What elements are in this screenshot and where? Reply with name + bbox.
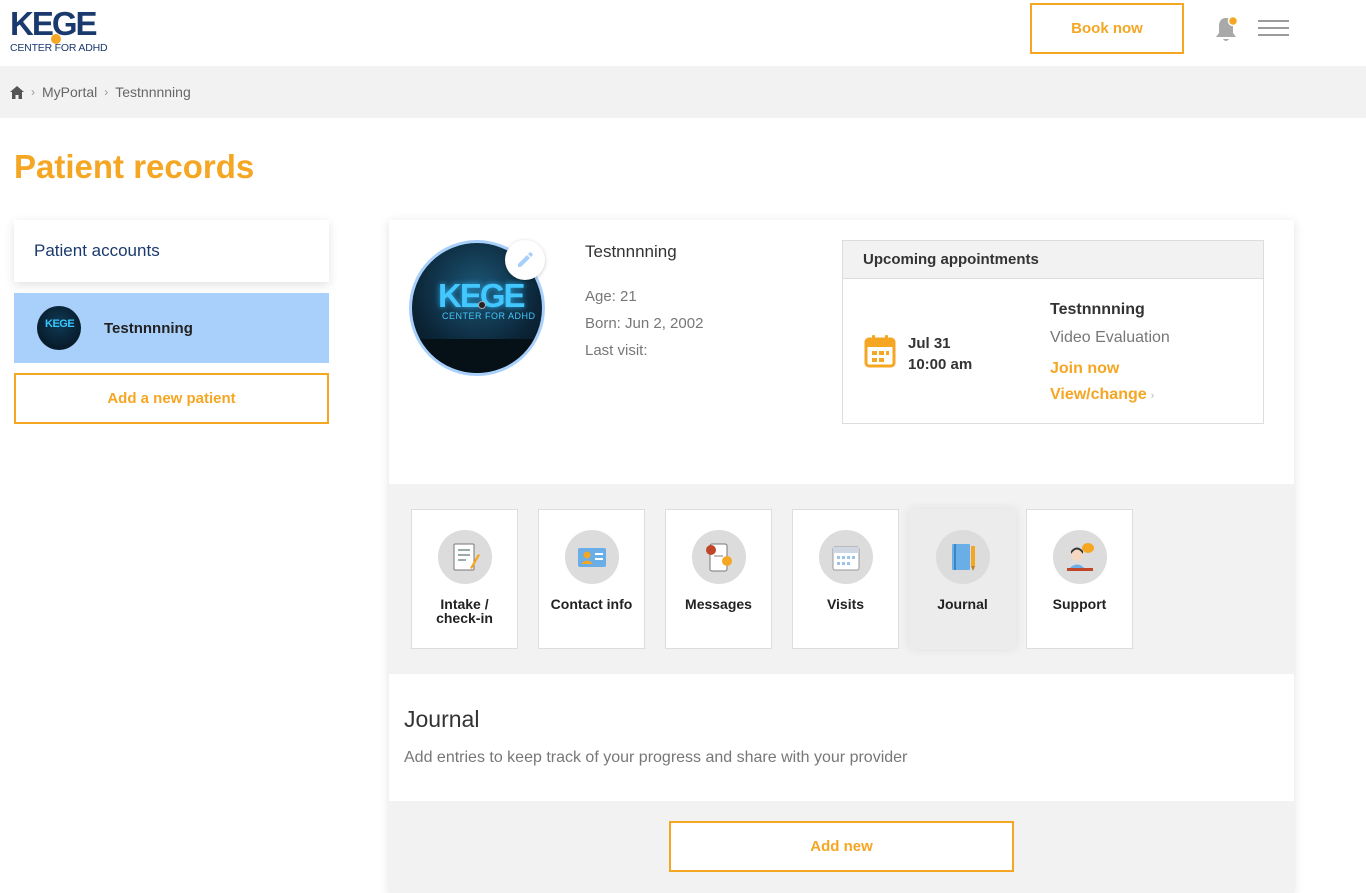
journal-actions: Add new — [389, 801, 1294, 893]
pencil-icon — [518, 252, 533, 267]
appointments-heading: Upcoming appointments — [843, 241, 1263, 279]
avatar-dot — [478, 301, 486, 309]
breadcrumb-myportal[interactable]: MyPortal — [42, 84, 97, 100]
record-sections: Intake / check-in Contact info Messages … — [389, 484, 1294, 674]
top-header: KEGE CENTER FOR ADHD Book now — [0, 0, 1366, 66]
appointment-time: 10:00 am — [908, 356, 973, 373]
patient-accounts-heading: Patient accounts — [14, 220, 329, 282]
notification-bell-icon[interactable] — [1213, 14, 1241, 44]
tile-support[interactable]: Support — [1026, 509, 1133, 649]
notebook-icon — [935, 530, 990, 584]
tile-messages[interactable]: Messages — [665, 509, 772, 649]
id-card-icon — [564, 530, 619, 584]
tile-intake[interactable]: Intake / check-in — [411, 509, 518, 649]
appointment-datetime: Jul 31 10:00 am — [908, 333, 972, 375]
support-agent-icon — [1052, 530, 1107, 584]
book-now-button[interactable]: Book now — [1030, 3, 1184, 54]
journal-title: Journal — [404, 706, 480, 732]
tile-label: Support — [1052, 596, 1107, 612]
appointment-patient: Testnnnning — [1050, 301, 1145, 318]
breadcrumb-separator: › — [31, 85, 35, 99]
patient-list-item[interactable]: KEGE Testnnnning — [14, 293, 329, 363]
page-title: Patient records — [14, 148, 255, 185]
journal-description: Add entries to keep track of your progre… — [404, 749, 908, 766]
tile-label: Intake / check-in — [436, 596, 493, 626]
upcoming-appointments-panel: Upcoming appointments Jul 31 10:00 am Te… — [842, 240, 1264, 424]
logo-tagline: CENTER FOR ADHD — [10, 42, 108, 54]
profile-name: Testnnnning — [585, 242, 677, 261]
chevron-right-icon: › — [1150, 390, 1155, 402]
home-icon[interactable] — [10, 85, 24, 99]
tile-contact-info[interactable]: Contact info — [538, 509, 645, 649]
appointment-date: Jul 31 — [908, 335, 951, 352]
profile-born: Born: Jun 2, 2002 — [585, 315, 704, 332]
view-change-label: View/change — [1050, 386, 1147, 403]
patient-name: Testnnnning — [104, 319, 193, 337]
avatar-logo-text: KEGE — [438, 277, 526, 314]
add-new-entry-button[interactable]: Add new — [669, 821, 1014, 872]
tile-label: Visits — [826, 596, 865, 612]
add-patient-button[interactable]: Add a new patient — [14, 373, 329, 424]
hamburger-menu-icon[interactable] — [1258, 20, 1290, 38]
profile-age: Age: 21 — [585, 288, 637, 305]
tile-label: Messages — [685, 596, 752, 612]
view-change-link[interactable]: View/change › — [1050, 386, 1154, 404]
breadcrumb-separator: › — [104, 85, 109, 99]
avatar-logo-text: KEGE — [45, 318, 75, 330]
avatar-shadow — [412, 339, 542, 373]
tile-label: Contact info — [550, 596, 633, 612]
tile-visits[interactable]: Visits — [792, 509, 899, 649]
patient-record-card: KEGE CENTER FOR ADHD Testnnnning Age: 21… — [389, 220, 1294, 893]
edit-avatar-button[interactable] — [505, 240, 545, 280]
tile-journal[interactable]: Journal — [909, 509, 1016, 649]
clipboard-icon — [437, 530, 492, 584]
chat-icon — [691, 530, 746, 584]
avatar: KEGE — [37, 306, 81, 350]
calendar-icon — [864, 334, 896, 368]
kege-logo[interactable]: KEGE CENTER FOR ADHD — [10, 6, 120, 55]
tile-label: Journal — [937, 596, 988, 612]
avatar-logo-tagline: CENTER FOR ADHD — [442, 311, 536, 321]
calendar-icon — [818, 530, 873, 584]
profile-last-visit: Last visit: — [585, 342, 648, 359]
breadcrumb: › MyPortal › Testnnnning — [0, 66, 1366, 118]
join-now-link[interactable]: Join now — [1050, 360, 1119, 378]
appointment-type: Video Evaluation — [1050, 329, 1170, 346]
breadcrumb-current: Testnnnning — [115, 84, 191, 100]
